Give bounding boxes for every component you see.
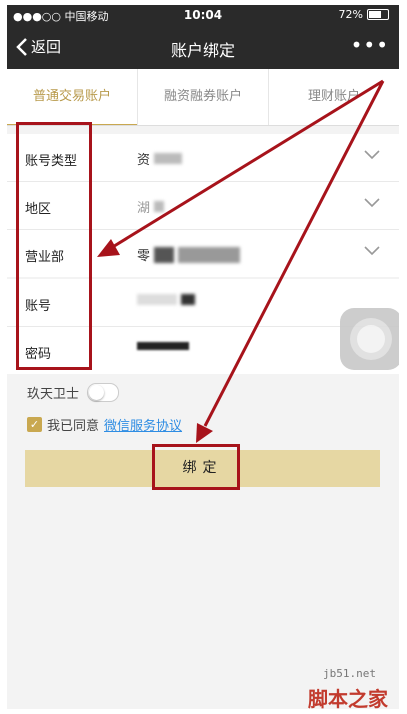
annotation-arrows [97,79,385,443]
phone-screen: ●●●○○ 中国移动 10:04 72% 返回 账户绑定 ••• 普通交易账户 … [7,5,399,709]
watermark-site: jb51.net [323,667,376,680]
watermark-logo: 脚本之家 [308,687,388,709]
